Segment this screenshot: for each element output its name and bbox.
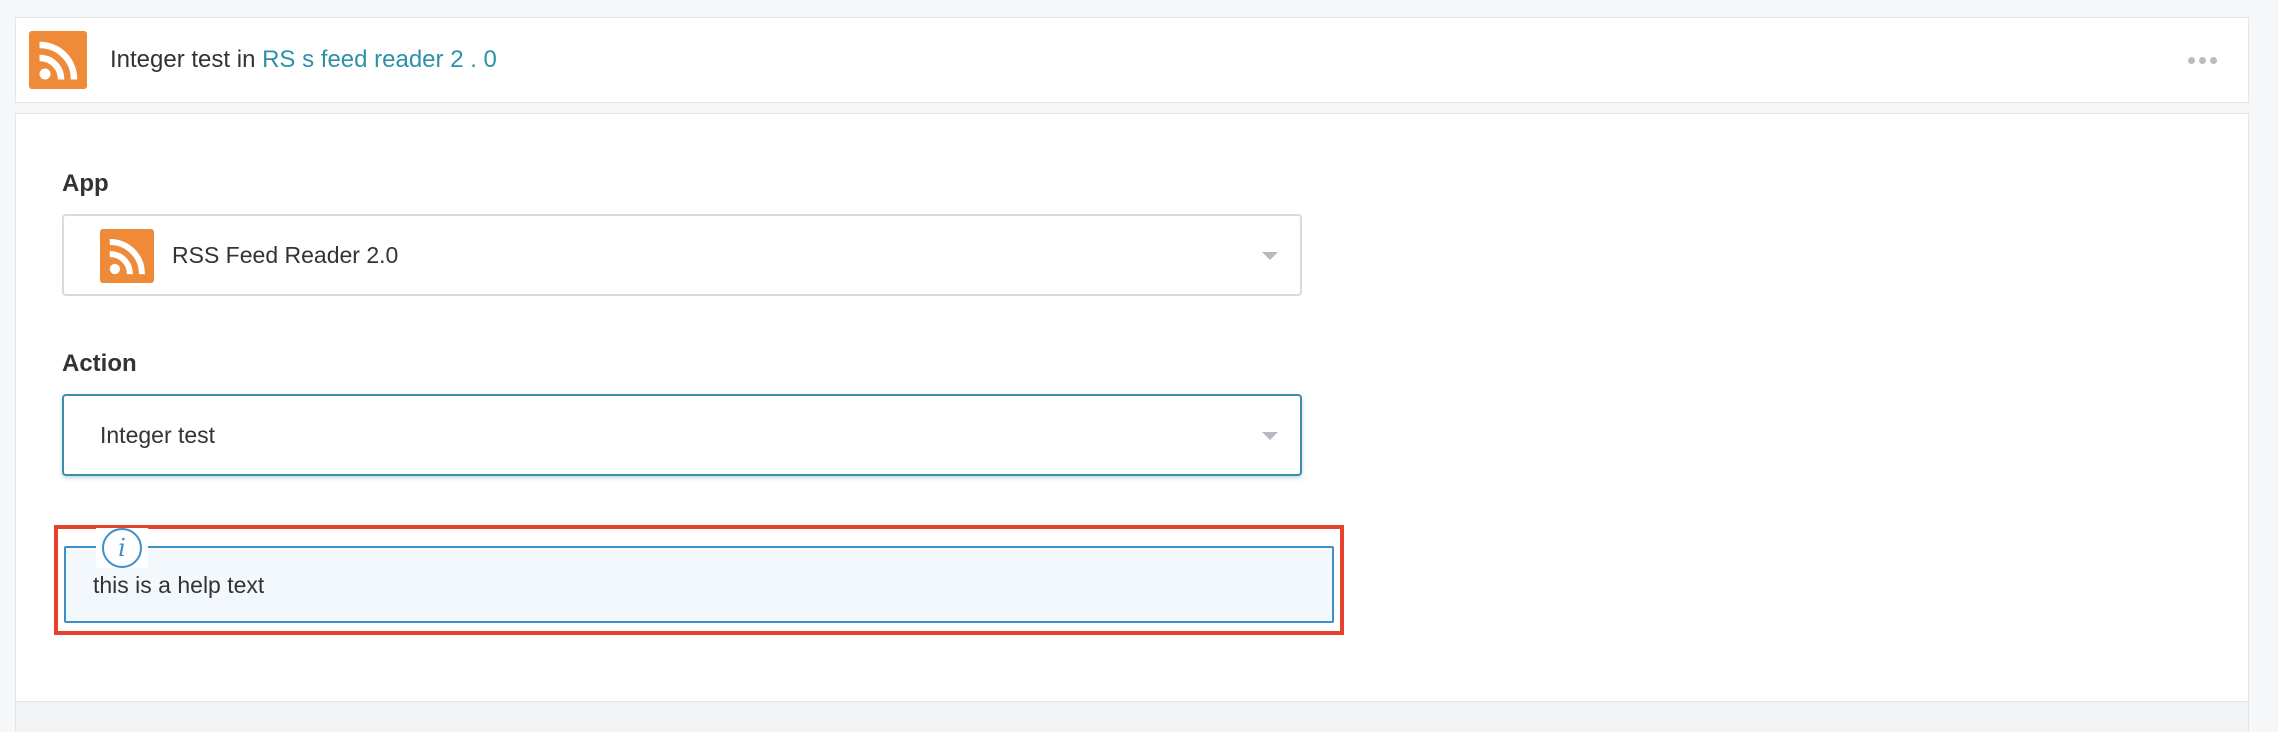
help-box: i this is a help text	[64, 528, 1334, 623]
chevron-down-icon	[1262, 252, 1278, 260]
app-label: App	[62, 170, 109, 197]
info-icon: i	[102, 528, 142, 568]
more-dot	[2199, 57, 2206, 64]
highlight-annotation: i this is a help text	[54, 525, 1344, 635]
rss-icon	[39, 41, 78, 80]
app-select-value: RSS Feed Reader 2.0	[172, 242, 399, 268]
rss-app-icon	[29, 31, 87, 89]
more-dot	[2188, 57, 2195, 64]
app-link[interactable]: RS s feed reader 2 . 0	[262, 46, 497, 73]
page: { "header": { "title_prefix": "Integer t…	[0, 0, 2278, 732]
rss-icon	[100, 229, 154, 283]
panel-footer	[15, 702, 2249, 732]
action-select-value: Integer test	[100, 422, 216, 448]
step-title-text: Integer test in	[110, 46, 263, 73]
chevron-down-icon	[1262, 432, 1278, 440]
action-label: Action	[62, 350, 137, 377]
step-title: Integer test in RS s feed reader 2 . 0	[110, 44, 497, 76]
info-icon-wrapper: i	[96, 528, 148, 568]
more-dot	[2210, 57, 2217, 64]
step-config-panel: App RSS Feed Reader 2.0 Action Integer t…	[15, 113, 2249, 702]
action-select[interactable]: Integer test	[62, 394, 1302, 476]
more-options-icon[interactable]	[2188, 50, 2218, 70]
help-text: this is a help text	[93, 572, 265, 598]
step-header: Integer test in RS s feed reader 2 . 0	[15, 17, 2249, 103]
app-select[interactable]: RSS Feed Reader 2.0	[62, 214, 1302, 296]
